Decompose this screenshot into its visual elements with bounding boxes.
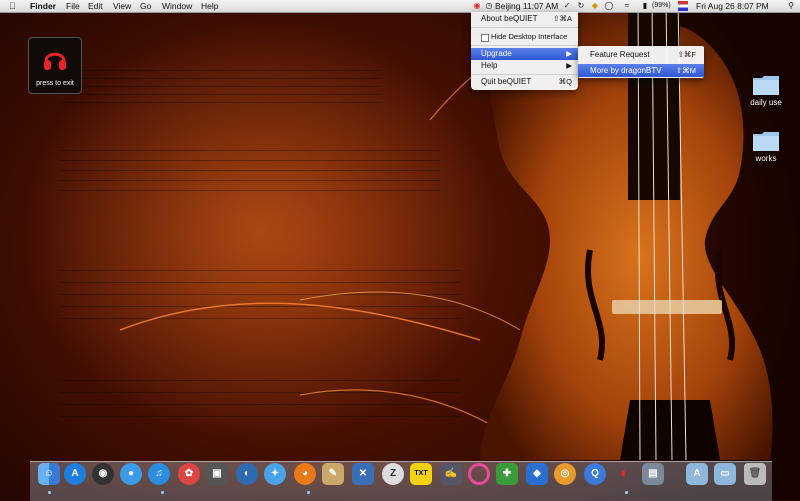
dock-photo-booth-icon[interactable]: ▣ — [206, 463, 228, 485]
menu-view[interactable]: View — [113, 0, 131, 12]
menu-help[interactable]: Help — [201, 0, 218, 12]
dock-safari-alt-icon[interactable]: ✿ — [178, 463, 200, 485]
dock-itunes-icon[interactable]: ♫ — [148, 463, 170, 485]
folder-icon — [753, 76, 779, 95]
dock-zip-icon[interactable]: Z — [382, 463, 404, 485]
running-indicator — [161, 491, 164, 494]
bequiet-headphones-icon[interactable]: ◉ — [472, 1, 482, 11]
dock-dropbox-icon[interactable]: ◆ — [526, 463, 548, 485]
menu-item-help[interactable]: Help ▶ — [471, 60, 578, 72]
battery-icon[interactable]: ▮ — [640, 1, 650, 11]
menu-separator — [471, 45, 578, 46]
menu-item-about[interactable]: About beQUIET ⇧⌘A — [471, 13, 578, 25]
dock-txt-icon[interactable]: TXT — [410, 463, 432, 485]
dock-ring-icon[interactable] — [468, 463, 490, 485]
dock-firefox-icon[interactable]: ◕ — [294, 463, 316, 485]
dock-coins-icon[interactable]: ◎ — [554, 463, 576, 485]
feature-request-label: Feature Request — [590, 50, 650, 59]
hide-desktop-label: Hide Desktop Interface — [491, 32, 568, 41]
quit-shortcut: ⌘Q — [558, 77, 572, 86]
dock-finder-icon[interactable]: ☺ — [38, 463, 60, 485]
bequiet-dropdown-menu: About beQUIET ⇧⌘A Hide Desktop Interface… — [471, 12, 578, 90]
spotlight-icon[interactable]: ⚲ — [786, 1, 796, 11]
submenu-arrow-icon: ▶ — [566, 49, 572, 58]
menu-go[interactable]: Go — [140, 0, 151, 12]
more-by-label: More by dragonBTV — [590, 66, 662, 75]
desktop-folder-works[interactable]: works — [741, 130, 791, 163]
desktop-folder-daily-use[interactable]: daily use — [741, 74, 791, 107]
menu-item-upgrade[interactable]: Upgrade ▶ — [471, 48, 578, 60]
folder-label: works — [755, 154, 777, 163]
upgrade-label: Upgrade — [481, 49, 512, 58]
menu-separator — [471, 27, 578, 28]
wifi-icon[interactable]: ≈ — [622, 1, 632, 11]
about-shortcut: ⇧⌘A — [553, 14, 572, 23]
dock-pencil-icon[interactable]: ✎ — [322, 463, 344, 485]
menu-item-hide-desktop[interactable]: Hide Desktop Interface — [471, 31, 578, 43]
folder-label: daily use — [750, 98, 782, 107]
upgrade-submenu: Feature Request ⇧⌘F More by dragonBTV ⇧⌘… — [578, 46, 704, 78]
folder-icon — [753, 132, 779, 151]
dock-preview-icon[interactable]: ◐ — [236, 463, 258, 485]
menu-separator — [471, 74, 578, 75]
dock-trash-icon[interactable]: 🗑 — [744, 463, 766, 485]
apple-menu-icon[interactable]:  — [9, 0, 16, 12]
dock-bequiet-icon[interactable]: ◖ — [612, 463, 634, 485]
help-label: Help — [481, 61, 498, 70]
menu-item-quit[interactable]: Quit beQUIET ⌘Q — [471, 76, 578, 88]
more-by-shortcut: ⇧⌘M — [675, 66, 696, 75]
hide-desktop-checkbox[interactable] — [481, 34, 489, 42]
sync-icon[interactable]: ↻ — [576, 1, 586, 11]
menu-app-name[interactable]: Finder — [30, 0, 56, 12]
dock-dashboard-icon[interactable]: ◉ — [92, 463, 114, 485]
world-clock-text[interactable]: Beijing 11:07 AM — [495, 0, 558, 12]
warning-icon[interactable]: ◆ — [590, 1, 600, 11]
press-to-exit-label: press to exit — [36, 80, 74, 87]
bequiet-exit-widget[interactable]: press to exit — [28, 37, 82, 94]
menu-edit[interactable]: Edit — [88, 0, 103, 12]
time-machine-icon[interactable]: ◯ — [604, 1, 614, 11]
dock-gift-icon[interactable]: ✚ — [496, 463, 518, 485]
quit-label: Quit beQUIET — [481, 77, 532, 86]
submenu-arrow-icon: ▶ — [566, 61, 572, 70]
menubar-datetime[interactable]: Fri Aug 26 8:07 PM — [696, 0, 769, 12]
dock-xcode-icon[interactable]: ✕ — [352, 463, 374, 485]
submenu-item-more-by-dragonbtv[interactable]: More by dragonBTV ⇧⌘M — [578, 64, 704, 77]
about-label: About beQUIET — [481, 14, 538, 23]
feature-request-shortcut: ⇧⌘F — [677, 50, 696, 59]
menu-bar:  Finder File Edit View Go Window Help ◉… — [0, 0, 800, 13]
dock-iphoto-icon[interactable]: ▤ — [642, 463, 664, 485]
battery-percent[interactable]: (99%) — [652, 0, 671, 12]
menu-window[interactable]: Window — [162, 0, 192, 12]
dock-quicktime-icon[interactable]: Q — [584, 463, 606, 485]
dock-ichat-icon[interactable]: ● — [120, 463, 142, 485]
dock-applications-folder-icon[interactable]: A — [686, 463, 708, 485]
headphones-icon — [44, 52, 66, 70]
dock-safari-icon[interactable]: ✦ — [264, 463, 286, 485]
dock-documents-folder-icon[interactable]: ▭ — [714, 463, 736, 485]
dock-app-store-icon[interactable]: A — [64, 463, 86, 485]
dock-notes-icon[interactable]: ✍ — [440, 463, 462, 485]
world-clock-icon[interactable]: ◷ — [484, 1, 494, 11]
menu-file[interactable]: File — [66, 0, 80, 12]
submenu-item-feature-request[interactable]: Feature Request ⇧⌘F — [578, 48, 704, 61]
running-indicator — [307, 491, 310, 494]
running-indicator — [625, 491, 628, 494]
us-flag-icon[interactable] — [678, 1, 688, 11]
running-indicator — [48, 491, 51, 494]
checkmark-icon[interactable]: ✓ — [562, 1, 572, 11]
